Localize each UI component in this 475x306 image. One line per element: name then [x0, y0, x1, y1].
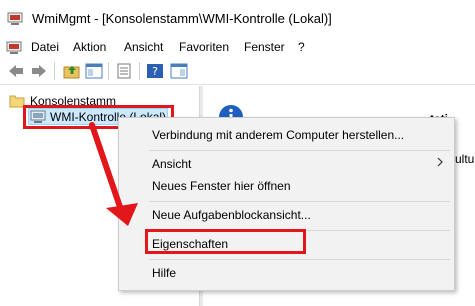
window-title: WmiMgmt - [Konsolenstamm\WMI-Kontrolle (… — [32, 11, 332, 26]
forward-arrow-icon[interactable] — [30, 63, 48, 79]
menu-fenster[interactable]: Fenster — [244, 40, 285, 54]
menu-favoriten[interactable]: Favoriten — [179, 40, 229, 54]
menu-item-hilfe[interactable]: Hilfe — [119, 262, 454, 284]
menu-separator — [149, 201, 450, 202]
menu-aktion[interactable]: Aktion — [73, 40, 106, 54]
menu-item-ansicht[interactable]: Ansicht — [119, 153, 454, 175]
properties-icon[interactable] — [115, 63, 133, 79]
help-icon[interactable]: ? — [146, 63, 164, 79]
menu-bar: Datei Aktion Ansicht Favoriten Fenster ? — [0, 38, 475, 58]
toolbar-separator — [108, 62, 109, 80]
menu-item-neue-aufgabenblockansicht[interactable]: Neue Aufgabenblockansicht... — [119, 204, 454, 226]
svg-text:?: ? — [152, 65, 158, 78]
result-pane-text-partial: ultu — [455, 152, 475, 166]
toolbar-separator — [139, 62, 140, 80]
menu-help[interactable]: ? — [298, 40, 305, 54]
context-menu: Verbindung mit anderem Computer herstell… — [118, 117, 455, 291]
menu-ansicht[interactable]: Ansicht — [124, 40, 163, 54]
menu-datei[interactable]: Datei — [31, 40, 59, 54]
title-bar: WmiMgmt - [Konsolenstamm\WMI-Kontrolle (… — [0, 0, 475, 38]
menu-item-verbindung-herstellen[interactable]: Verbindung mit anderem Computer herstell… — [119, 124, 454, 146]
show-hide-action-pane-icon[interactable] — [170, 63, 188, 79]
menu-item-label: Neues Fenster hier öffnen — [152, 179, 291, 193]
folder-up-icon[interactable] — [63, 63, 81, 79]
menu-separator — [149, 259, 450, 260]
menu-item-neues-fenster[interactable]: Neues Fenster hier öffnen — [119, 175, 454, 197]
menu-item-label: Ansicht — [152, 157, 192, 171]
show-hide-tree-icon[interactable] — [85, 63, 103, 79]
menu-separator — [149, 150, 450, 151]
toolbar-separator — [54, 62, 55, 80]
wmi-app-icon[interactable] — [7, 11, 23, 27]
menu-item-label: Neue Aufgabenblockansicht... — [152, 208, 311, 222]
highlight-box-eigenschaften — [145, 229, 306, 254]
back-arrow-icon[interactable] — [7, 63, 25, 79]
menu-item-label: Hilfe — [152, 266, 177, 280]
console-menu-icon[interactable] — [6, 40, 22, 56]
submenu-chevron-right-icon — [436, 157, 444, 170]
toolbar: ? — [0, 58, 475, 85]
menu-item-label: Verbindung mit anderem Computer herstell… — [152, 128, 405, 142]
